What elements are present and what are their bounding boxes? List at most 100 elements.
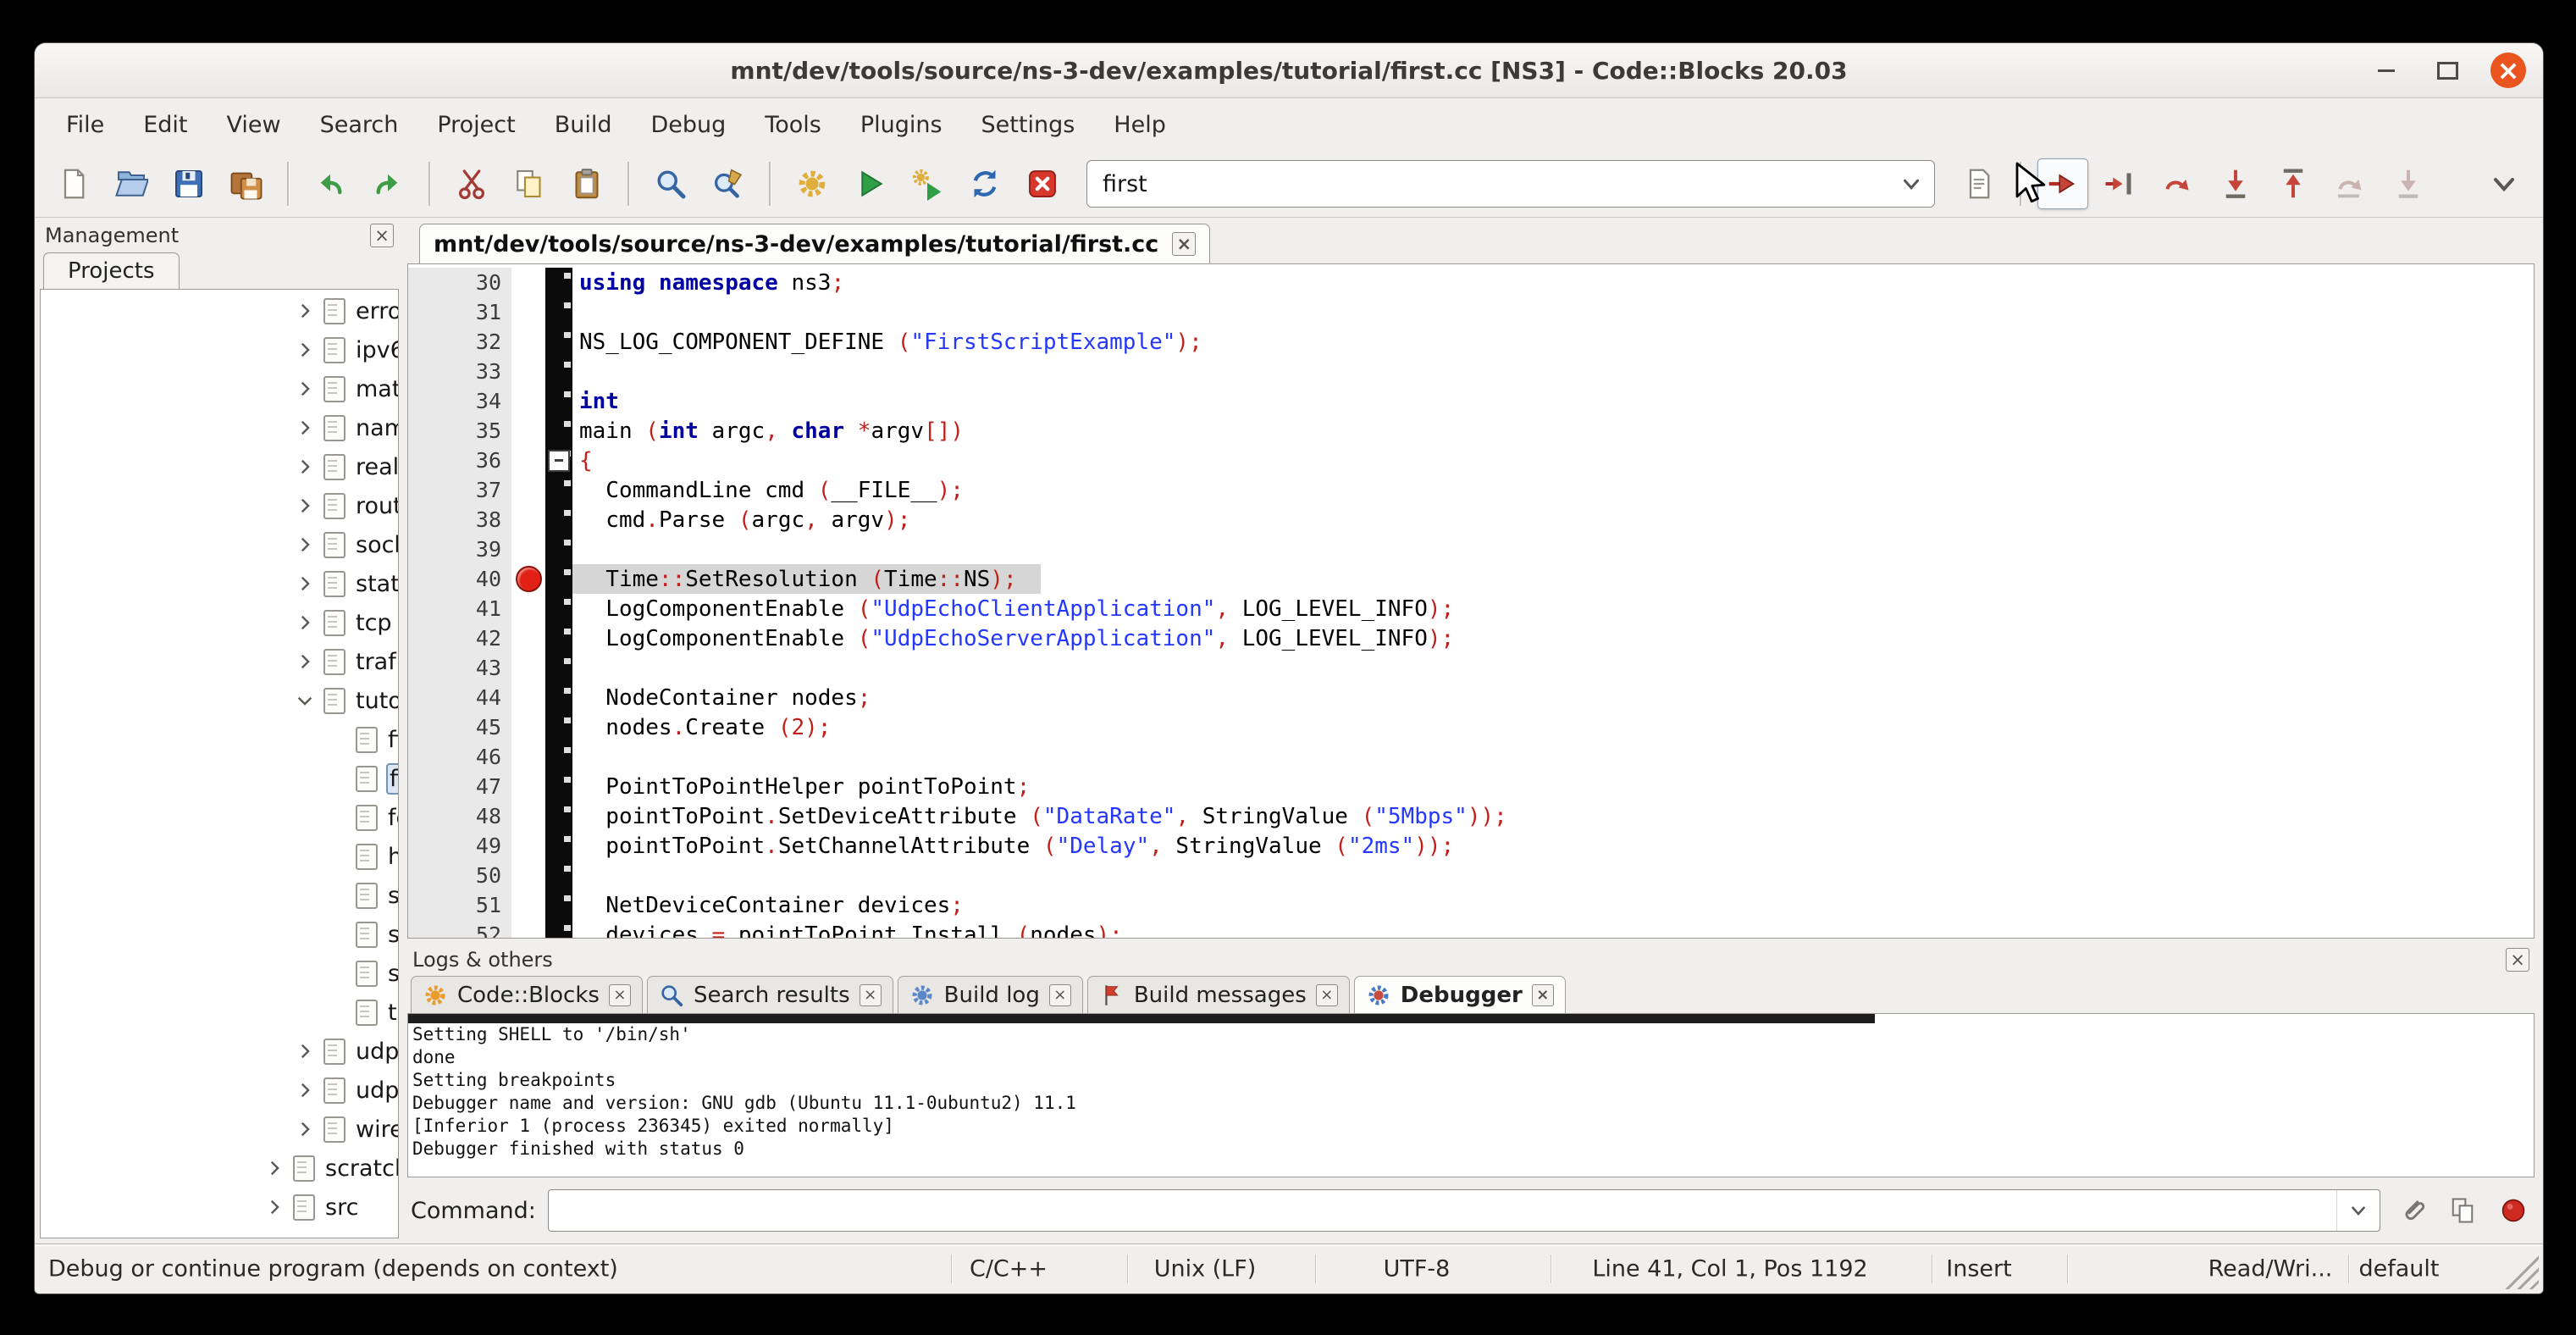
debug-continue-button[interactable]	[2037, 158, 2088, 209]
breakpoint-margin[interactable]	[511, 890, 545, 920]
titlebar[interactable]: mnt/dev/tools/source/ns-3-dev/examples/t…	[35, 43, 2543, 98]
tree-item-sock[interactable]: sock	[41, 525, 398, 564]
rebuild-button[interactable]	[959, 158, 1010, 209]
log-tab-debugger[interactable]: Debugger	[1354, 976, 1566, 1013]
resize-grip[interactable]	[2500, 1250, 2539, 1289]
undo-button[interactable]	[305, 158, 356, 209]
chevron-right-icon[interactable]	[290, 1036, 320, 1066]
menu-edit[interactable]: Edit	[124, 98, 207, 151]
tree-item-stat[interactable]: stat	[41, 564, 398, 603]
next-line-button[interactable]	[2153, 158, 2203, 209]
menu-tools[interactable]: Tools	[745, 98, 841, 151]
code-line-40[interactable]: 40 Time::SetResolution (Time::NS);	[408, 564, 2534, 594]
tree-item-wire[interactable]: wire	[41, 1110, 398, 1149]
toolbar-overflow-button[interactable]	[2479, 158, 2529, 209]
menu-view[interactable]: View	[207, 98, 300, 151]
log-tab-build-messages[interactable]: Build messages	[1087, 976, 1350, 1013]
tree-item-src[interactable]: src	[41, 1188, 398, 1227]
code-line-32[interactable]: 32NS_LOG_COMPONENT_DEFINE ("FirstScriptE…	[408, 327, 2534, 357]
code-line-38[interactable]: 38 cmd.Parse (argc, argv);	[408, 505, 2534, 535]
chevron-right-icon[interactable]	[259, 1192, 290, 1222]
chevron-right-icon[interactable]	[259, 1153, 290, 1183]
paste-button[interactable]	[561, 158, 612, 209]
breakpoint-margin[interactable]	[511, 386, 545, 416]
menu-file[interactable]: File	[47, 98, 124, 151]
breakpoint-margin[interactable]	[511, 594, 545, 623]
chevron-right-icon[interactable]	[290, 1075, 320, 1105]
code-line-39[interactable]: 39	[408, 535, 2534, 564]
code-editor[interactable]: 30using namespace ns3;3132NS_LOG_COMPONE…	[407, 263, 2535, 939]
breakpoint-margin[interactable]	[511, 505, 545, 535]
tree-item-se[interactable]: se	[41, 915, 398, 954]
close-panel-icon[interactable]	[370, 224, 394, 247]
chevron-right-icon[interactable]	[290, 607, 320, 638]
code-line-50[interactable]: 50	[408, 861, 2534, 890]
code-line-49[interactable]: 49 pointToPoint.SetChannelAttribute ("De…	[408, 831, 2534, 861]
tree-item-erro[interactable]: erro	[41, 291, 398, 330]
tree-item-se[interactable]: se	[41, 876, 398, 915]
tree-item-he[interactable]: he	[41, 837, 398, 876]
code-line-36[interactable]: 36{	[408, 446, 2534, 475]
menu-build[interactable]: Build	[535, 98, 632, 151]
fold-marker[interactable]	[548, 450, 570, 472]
maximize-button[interactable]	[2430, 53, 2465, 88]
menu-plugins[interactable]: Plugins	[841, 98, 962, 151]
menu-project[interactable]: Project	[417, 98, 534, 151]
tree-item-udp[interactable]: udp	[41, 1032, 398, 1071]
tree-item-mat[interactable]: mat	[41, 369, 398, 408]
close-button[interactable]	[2490, 53, 2526, 88]
tree-item-rout[interactable]: rout	[41, 486, 398, 525]
code-line-44[interactable]: 44 NodeContainer nodes;	[408, 683, 2534, 712]
breakpoint-margin[interactable]	[511, 772, 545, 801]
code-line-46[interactable]: 46	[408, 742, 2534, 772]
chevron-right-icon[interactable]	[290, 451, 320, 482]
menu-debug[interactable]: Debug	[632, 98, 746, 151]
chevron-right-icon[interactable]	[290, 646, 320, 677]
breakpoint-margin[interactable]	[511, 831, 545, 861]
chevron-right-icon[interactable]	[290, 335, 320, 365]
breakpoint-margin[interactable]	[511, 623, 545, 653]
run-to-cursor-button[interactable]	[2095, 158, 2146, 209]
breakpoint-margin[interactable]	[511, 446, 545, 475]
open-file-button[interactable]	[106, 158, 157, 209]
editor-tab[interactable]: mnt/dev/tools/source/ns-3-dev/examples/t…	[419, 224, 1210, 263]
breakpoint-margin[interactable]	[511, 742, 545, 772]
menu-settings[interactable]: Settings	[962, 98, 1095, 151]
clipboard-icon[interactable]	[2443, 1191, 2482, 1230]
breakpoint-margin[interactable]	[511, 801, 545, 831]
abort-button[interactable]	[1017, 158, 1068, 209]
close-logs-icon[interactable]	[2506, 948, 2529, 972]
copy-button[interactable]	[504, 158, 555, 209]
project-tree[interactable]: erroipv6matnamrealroutsockstattcptraftut…	[40, 289, 399, 1238]
breakpoint-margin[interactable]	[511, 683, 545, 712]
breakpoint-margin[interactable]	[511, 297, 545, 327]
chevron-right-icon[interactable]	[290, 529, 320, 560]
compile-current-file-button[interactable]	[1954, 158, 2004, 209]
close-tab-icon[interactable]	[1049, 984, 1071, 1006]
build-button[interactable]	[787, 158, 837, 209]
code-line-31[interactable]: 31	[408, 297, 2534, 327]
breakpoint-margin[interactable]	[511, 357, 545, 386]
breakpoint-margin[interactable]	[511, 653, 545, 683]
code-line-37[interactable]: 37 CommandLine cmd (__FILE__);	[408, 475, 2534, 505]
chevron-down-icon[interactable]	[2336, 1190, 2380, 1231]
log-tab-build-log[interactable]: Build log	[898, 976, 1083, 1013]
close-tab-icon[interactable]	[609, 984, 631, 1006]
debugger-log[interactable]: Setting SHELL to '/bin/sh'doneSetting br…	[407, 1013, 2535, 1177]
build-target-combo[interactable]: first	[1086, 160, 1935, 208]
breakpoint-marker[interactable]	[516, 566, 542, 592]
code-line-45[interactable]: 45 nodes.Create (2);	[408, 712, 2534, 742]
log-partial-selected-line[interactable]	[408, 1014, 1875, 1023]
new-file-button[interactable]	[48, 158, 99, 209]
breakpoint-margin[interactable]	[511, 861, 545, 890]
cut-button[interactable]	[446, 158, 497, 209]
step-into-button[interactable]	[2210, 158, 2261, 209]
chevron-right-icon[interactable]	[290, 490, 320, 521]
code-line-42[interactable]: 42 LogComponentEnable ("UdpEchoServerApp…	[408, 623, 2534, 653]
breakpoint-margin[interactable]	[511, 475, 545, 505]
breakpoint-margin[interactable]	[511, 327, 545, 357]
next-instruction-button[interactable]	[2325, 158, 2376, 209]
code-line-34[interactable]: 34int	[408, 386, 2534, 416]
chevron-right-icon[interactable]	[290, 568, 320, 599]
tree-item-real[interactable]: real	[41, 447, 398, 486]
